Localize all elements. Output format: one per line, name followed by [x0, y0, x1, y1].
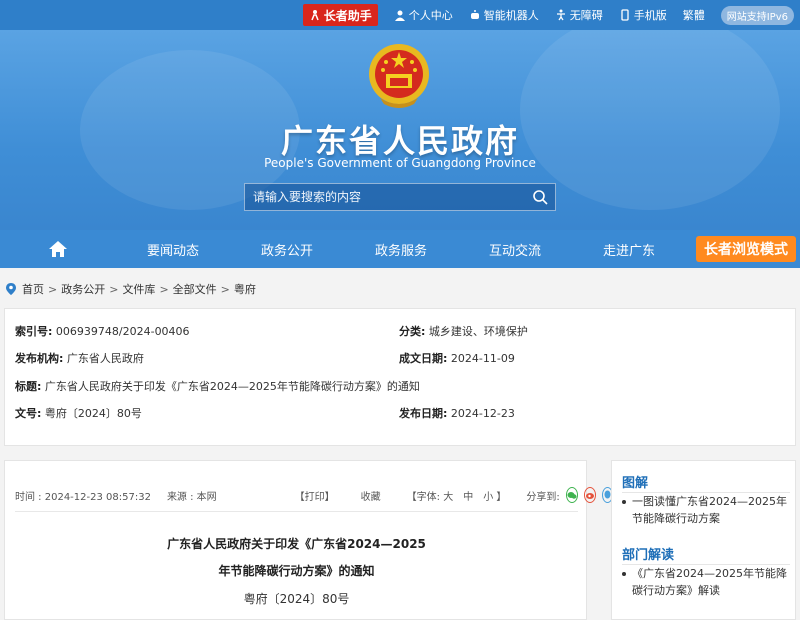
- section-illustration-title: 图解: [622, 476, 649, 491]
- phone-icon: [621, 9, 629, 21]
- article-panel: 时间 : 2024-12-23 08:57:32 来源 : 本网 【打印】 收藏…: [4, 460, 613, 620]
- main-nav: 要闻动态 政务公开 政务服务 互动交流 走进广东 长者浏览模式: [0, 230, 800, 268]
- breadcrumb-separator: >: [48, 282, 58, 296]
- nav-item-news[interactable]: 要闻动态: [116, 240, 230, 259]
- search-box: [244, 183, 556, 211]
- elder-mode-button[interactable]: 长者浏览模式: [696, 236, 796, 262]
- breadcrumb-gov-open[interactable]: 政务公开: [61, 281, 105, 297]
- favorite-button[interactable]: 收藏: [361, 488, 381, 503]
- breadcrumb-yuefu[interactable]: 粤府: [234, 281, 256, 297]
- title-label: 标题:: [15, 380, 42, 393]
- accessibility-icon: [556, 9, 565, 21]
- doc-number-row: 文号: 粤府〔2024〕80号: [15, 405, 142, 421]
- accessibility-label: 无障碍: [569, 9, 603, 22]
- search-input[interactable]: [245, 184, 525, 210]
- font-size-label: 【字体: 大: [406, 491, 454, 503]
- section-dept-interpretation-title: 部门解读: [622, 548, 675, 563]
- smart-robot-link[interactable]: 智能机器人: [469, 7, 539, 23]
- breadcrumb-file-library[interactable]: 文件库: [122, 281, 155, 297]
- index-number-value: 006939748/2024-00406: [55, 325, 190, 338]
- pub-date-label: 发布日期:: [399, 407, 448, 420]
- title-value: 广东省人民政府关于印发《广东省2024—2025年节能降碳行动方案》的通知: [44, 380, 420, 393]
- font-small-button[interactable]: 小 】: [483, 488, 506, 503]
- breadcrumb-all-files[interactable]: 全部文件: [173, 281, 217, 297]
- doc-number-label: 文号:: [15, 407, 42, 420]
- robot-icon: [470, 10, 479, 19]
- smart-robot-label: 智能机器人: [483, 9, 539, 22]
- mobile-label: 手机版: [633, 9, 667, 22]
- issuer-row: 发布机构: 广东省人民政府: [15, 350, 144, 366]
- related-sidebar: 图解 一图读懂广东省2024—2025年节能降碳行动方案 部门解读 《广东省20…: [611, 460, 796, 620]
- share-label: 分享到:: [526, 491, 560, 503]
- nav-item-interaction[interactable]: 互动交流: [458, 240, 572, 259]
- elder-helper-button[interactable]: 长者助手: [302, 4, 378, 26]
- print-button[interactable]: 【打印】: [295, 488, 335, 503]
- breadcrumb-home[interactable]: 首页: [22, 281, 44, 297]
- home-icon: [49, 241, 67, 257]
- date-written-value: 2024-11-09: [450, 352, 515, 365]
- traditional-label: 繁體: [682, 9, 705, 22]
- article-doc-number: 粤府〔2024〕80号: [243, 592, 350, 606]
- date-written-row: 成文日期: 2024-11-09: [399, 350, 515, 366]
- accessibility-link[interactable]: 无障碍: [555, 7, 603, 23]
- category-label: 分类:: [399, 325, 426, 338]
- top-utility-bar: 长者助手 个人中心 智能机器人 无障碍 手机版 繁體 网站支持IPv6: [0, 0, 800, 30]
- font-medium-button[interactable]: 中: [463, 488, 473, 503]
- issuer-label: 发布机构:: [15, 352, 64, 365]
- breadcrumb-separator: >: [159, 282, 169, 296]
- bullet: [622, 572, 626, 576]
- issuer-value: 广东省人民政府: [66, 352, 144, 365]
- category-value: 城乡建设、环境保护: [428, 325, 528, 338]
- title-row: 标题: 广东省人民政府关于印发《广东省2024—2025年节能降碳行动方案》的通…: [15, 378, 420, 394]
- publish-time: 时间 : 2024-12-23 08:57:32: [15, 491, 151, 503]
- category-row: 分类: 城乡建设、环境保护: [399, 323, 528, 339]
- breadcrumb-separator: >: [220, 282, 230, 296]
- doc-number-value: 粤府〔2024〕80号: [44, 407, 142, 420]
- ipv6-badge: 网站支持IPv6: [720, 5, 794, 25]
- personal-center-label: 个人中心: [408, 9, 453, 22]
- document-info-table: 索引号: 006939748/2024-00406 分类: 城乡建设、环境保护 …: [4, 308, 796, 446]
- illustration-link-label: 一图读懂广东省2024—2025年节能降碳行动方案: [632, 495, 787, 525]
- bullet: [622, 500, 626, 504]
- weibo-share-icon[interactable]: [583, 487, 596, 503]
- site-subtitle: People's Government of Guangdong Provinc…: [264, 156, 536, 170]
- user-icon: [394, 10, 405, 21]
- personal-center-link[interactable]: 个人中心: [394, 7, 453, 23]
- article-source: 来源 : 本网: [166, 491, 217, 503]
- nav-item-gov-services[interactable]: 政务服务: [344, 240, 458, 259]
- elder-icon: [311, 10, 319, 21]
- header-banner: 广东省人民政府 People's Government of Guangdong…: [0, 30, 800, 230]
- date-written-label: 成文日期:: [399, 352, 448, 365]
- elder-helper-label: 长者助手: [323, 8, 372, 23]
- meta-divider: [15, 511, 578, 512]
- article-title-line-1: 广东省人民政府关于印发《广东省2024—2025: [167, 537, 426, 551]
- dept-interpretation-link-label: 《广东省2024—2025年节能降碳行动方案》解读: [632, 567, 787, 597]
- location-pin-icon: [6, 283, 16, 295]
- traditional-chinese-link[interactable]: 繁體: [683, 7, 705, 23]
- nav-item-gov-affairs-open[interactable]: 政务公开: [230, 240, 344, 259]
- search-icon[interactable]: [525, 183, 555, 211]
- national-emblem-icon: [369, 44, 429, 108]
- nav-item-about-guangdong[interactable]: 走进广东: [572, 240, 686, 259]
- illustration-link[interactable]: 一图读懂广东省2024—2025年节能降碳行动方案: [622, 493, 792, 527]
- pub-date-value: 2024-12-23: [450, 407, 515, 420]
- wechat-share-icon[interactable]: [565, 487, 578, 503]
- home-button[interactable]: [0, 230, 116, 268]
- mobile-link[interactable]: 手机版: [619, 7, 667, 23]
- dept-interpretation-link[interactable]: 《广东省2024—2025年节能降碳行动方案》解读: [622, 565, 792, 599]
- index-number-row: 索引号: 006939748/2024-00406: [15, 323, 190, 339]
- article-title-line-2: 年节能降碳行动方案》的通知: [218, 564, 375, 578]
- index-number-label: 索引号:: [15, 325, 53, 338]
- article-meta-bar: 时间 : 2024-12-23 08:57:32 来源 : 本网 【打印】 收藏…: [15, 487, 613, 503]
- breadcrumb-separator: >: [109, 282, 119, 296]
- breadcrumb: 首页 > 政务公开 > 文件库 > 全部文件 > 粤府: [6, 280, 256, 298]
- pub-date-row: 发布日期: 2024-12-23: [399, 405, 515, 421]
